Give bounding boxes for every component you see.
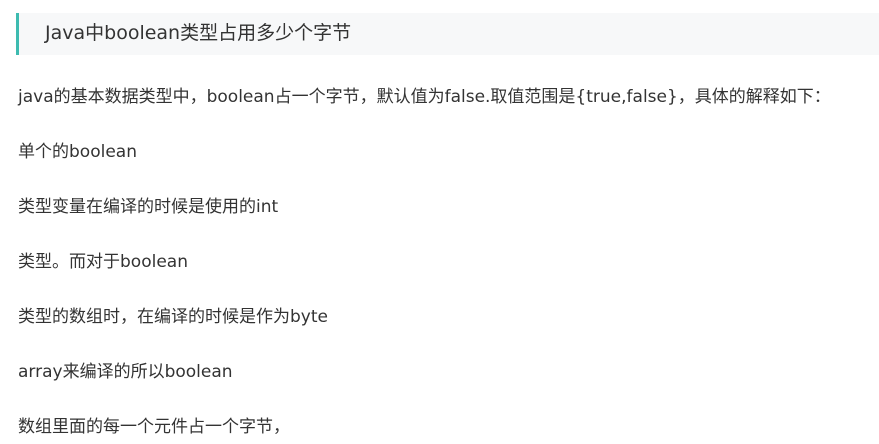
paragraph-single-boolean: 单个的boolean xyxy=(18,142,137,162)
paragraph-array-boolean: array来编译的所以boolean xyxy=(18,362,233,382)
section-heading-text: Java中boolean类型占用多少个字节 xyxy=(45,22,352,44)
paragraph-array-compile-byte: 类型的数组时，在编译的时候是作为byte xyxy=(18,307,328,327)
paragraph-intro: java的基本数据类型中，boolean占一个字节，默认值为false.取值范围… xyxy=(18,87,831,107)
paragraph-boolean-type: 类型。而对于boolean xyxy=(18,252,188,272)
paragraph-compile-as-int: 类型变量在编译的时候是使用的int xyxy=(18,197,279,217)
section-heading: Java中boolean类型占用多少个字节 xyxy=(16,13,879,55)
paragraph-element-size: 数组里面的每一个元件占一个字节， xyxy=(18,417,290,437)
article-content: Java中boolean类型占用多少个字节 java的基本数据类型中，boole… xyxy=(0,0,879,444)
